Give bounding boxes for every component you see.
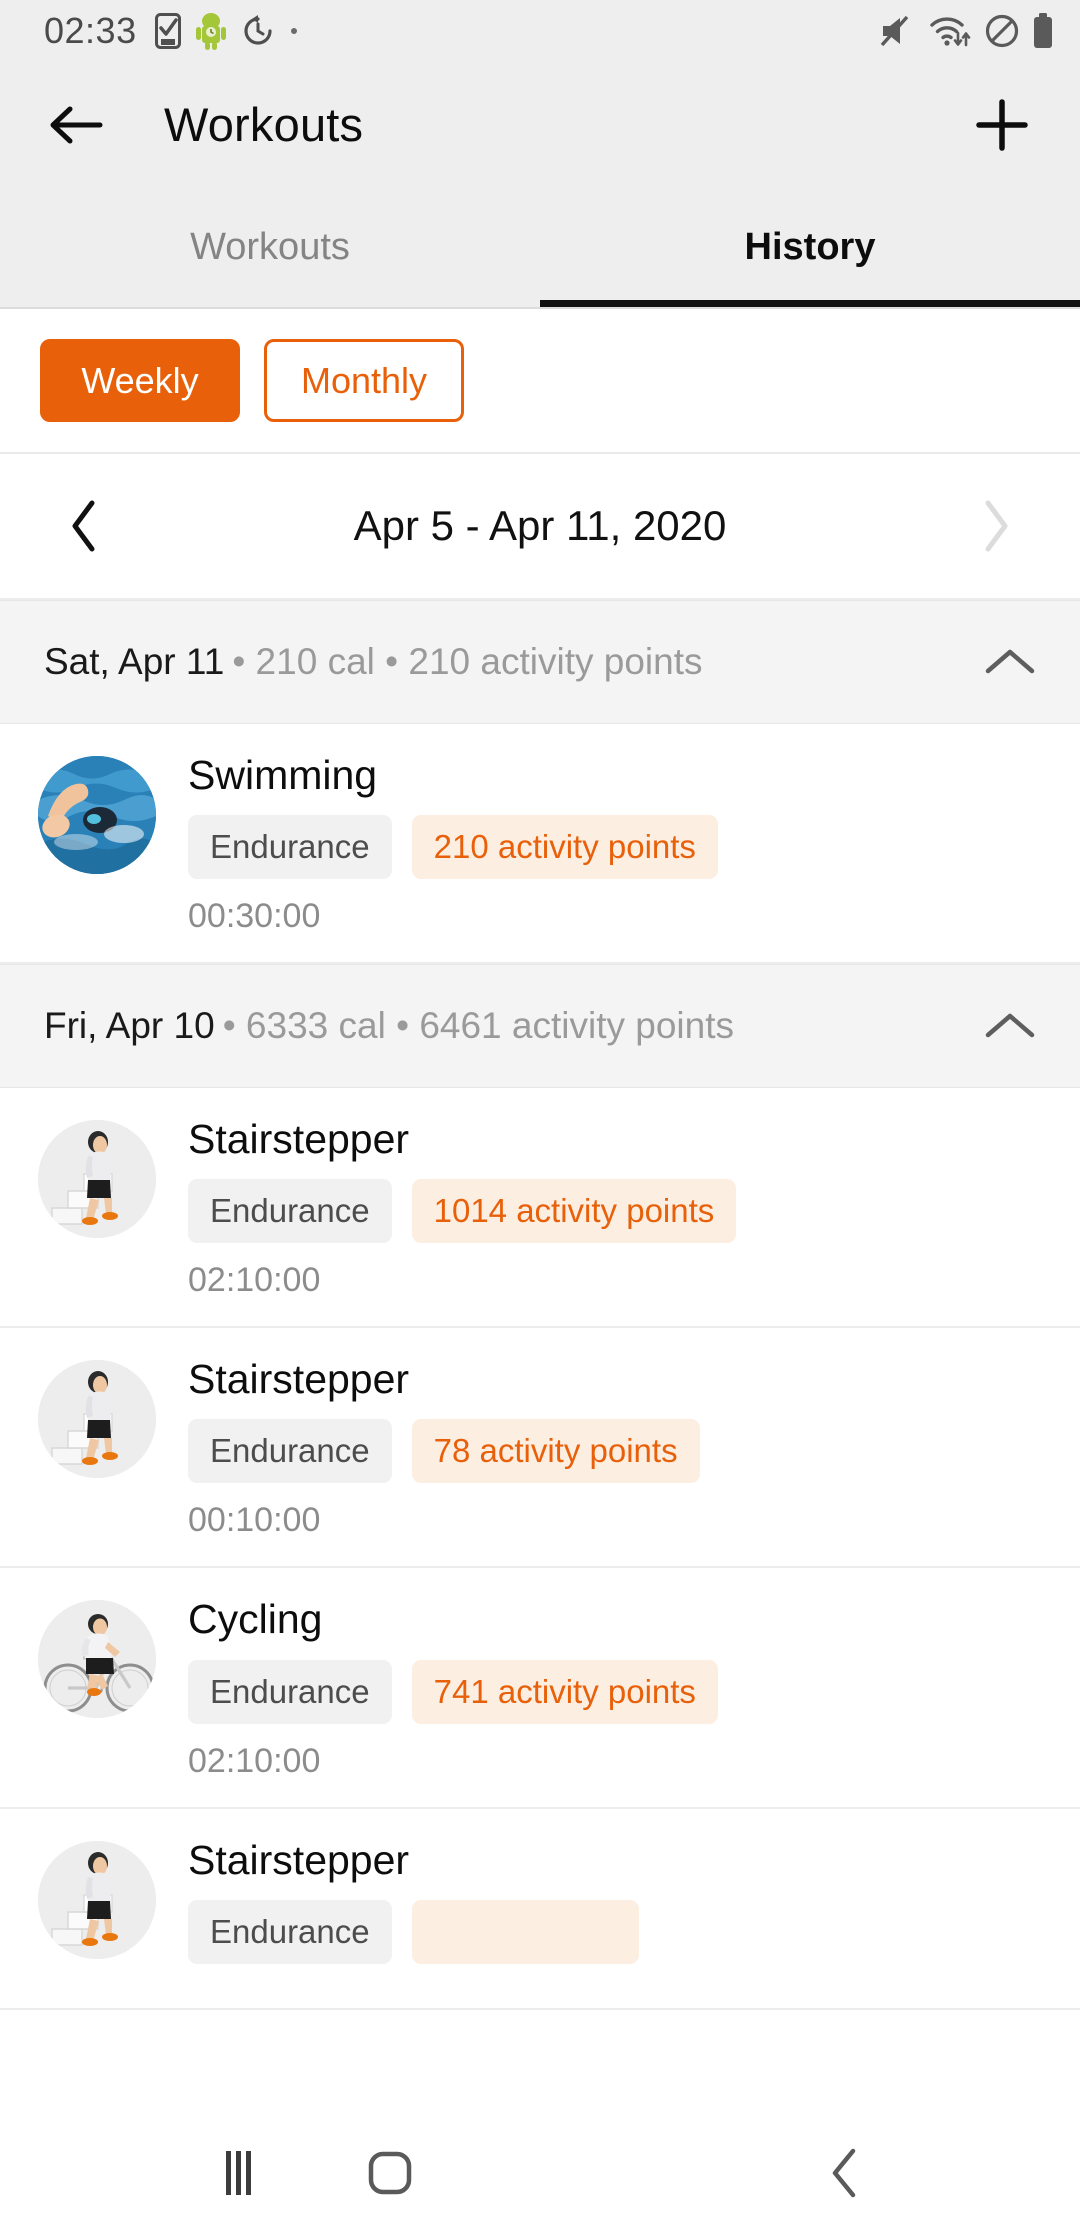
workout-name: Stairstepper (188, 1116, 410, 1163)
status-bar-clock: 02:33 (44, 10, 137, 51)
stairstepper-illustration-icon (38, 1840, 156, 1959)
day-header[interactable]: Sat, Apr 11 • 210 cal • 210 activity poi… (0, 600, 1080, 724)
chevron-up-icon (985, 1013, 1035, 1038)
tab-workouts[interactable]: Workouts (0, 187, 540, 307)
weekly-label: Weekly (81, 359, 199, 401)
workout-points-chip: 741 activity points (411, 1659, 718, 1724)
task-check-icon (154, 13, 181, 49)
battery-full-icon (1034, 13, 1052, 48)
cycling-illustration-icon (38, 1600, 156, 1719)
workout-thumbnail (38, 1840, 156, 1959)
workout-type-chip: Endurance (188, 1179, 392, 1244)
workout-points-chip: 210 activity points (411, 815, 718, 880)
day-summary: • 6333 cal • 6461 activity points (222, 1005, 735, 1047)
workout-details: Cycling Endurance 741 activity points 02… (188, 1594, 1040, 1780)
monthly-button[interactable]: Monthly (264, 339, 464, 422)
workout-thumbnail (38, 1600, 156, 1719)
day-collapse-button[interactable] (984, 1009, 1036, 1043)
workout-type-chip: Endurance (188, 815, 392, 880)
workout-chips: Endurance (188, 1899, 1040, 1964)
workout-points-chip: 78 activity points (411, 1419, 700, 1484)
home-icon (368, 2151, 412, 2195)
timer-reset-icon (244, 15, 272, 45)
status-bar-left-icons (154, 12, 299, 50)
workout-name: Stairstepper (188, 1356, 410, 1403)
workout-type-chip: Endurance (188, 1659, 392, 1724)
back-icon (832, 2148, 856, 2198)
workout-chips: Endurance 1014 activity points (188, 1179, 1040, 1244)
next-week-button[interactable] (960, 499, 1032, 553)
swimming-photo-icon (38, 756, 156, 874)
stairstepper-illustration-icon (38, 1360, 156, 1479)
workout-points-chip (411, 1899, 639, 1964)
workout-name: Cycling (188, 1596, 323, 1643)
recents-button[interactable] (200, 2136, 280, 2210)
day-title: Fri, Apr 10 (44, 1005, 215, 1047)
back-arrow-icon (50, 106, 103, 143)
stairstepper-illustration-icon (38, 1120, 156, 1239)
wifi-data-icon (930, 17, 971, 47)
workout-duration: 00:10:00 (188, 1501, 321, 1540)
workout-thumbnail (38, 1120, 156, 1239)
day-collapse-button[interactable] (984, 645, 1036, 679)
workout-name: Swimming (188, 752, 378, 798)
workout-duration: 02:10:00 (188, 1741, 321, 1780)
date-navigator: Apr 5 - Apr 11, 2020 (0, 454, 1080, 600)
workout-thumbnail (38, 756, 156, 874)
android-robot-icon (195, 13, 226, 50)
page-title: Workouts (164, 98, 364, 151)
period-toggle: Weekly Monthly (0, 309, 1080, 454)
add-workout-button[interactable] (964, 87, 1040, 163)
weekly-button[interactable]: Weekly (40, 339, 240, 422)
date-range-label: Apr 5 - Apr 11, 2020 (353, 502, 727, 549)
back-button[interactable] (40, 89, 112, 161)
workout-details: Stairstepper Endurance (188, 1835, 1040, 1982)
workout-details: Stairstepper Endurance 1014 activity poi… (188, 1114, 1040, 1300)
day-title: Sat, Apr 11 (44, 641, 225, 682)
plus-icon (976, 98, 1028, 151)
workout-points-chip: 1014 activity points (411, 1179, 737, 1244)
workout-row[interactable]: Stairstepper Endurance 78 activity point… (0, 1328, 1080, 1569)
workout-details: Stairstepper Endurance 78 activity point… (188, 1354, 1040, 1540)
workout-type-chip: Endurance (188, 1899, 392, 1964)
workout-name: Stairstepper (188, 1836, 410, 1883)
workout-duration: 00:30:00 (188, 897, 321, 936)
dot-icon (290, 28, 297, 34)
system-navigation-bar (0, 2136, 1080, 2210)
recents-icon (226, 2151, 251, 2195)
previous-week-button[interactable] (48, 499, 120, 553)
workout-duration: 02:10:00 (188, 1261, 321, 1300)
workout-row[interactable]: Stairstepper Endurance (0, 1808, 1080, 2010)
do-not-disturb-icon (985, 14, 1019, 48)
status-bar: 02:33 (0, 0, 1080, 62)
day-header[interactable]: Fri, Apr 10 • 6333 cal • 6461 activity p… (0, 964, 1080, 1089)
app-bar: Workouts (0, 62, 1080, 187)
workout-type-chip: Endurance (188, 1419, 392, 1484)
screen: 02:33 Workouts Workouts History Weekly M… (0, 0, 1080, 2220)
volume-muted-icon (880, 15, 909, 47)
tab-workouts-label: Workouts (190, 225, 350, 268)
workout-details: Swimming Endurance 210 activity points 0… (188, 750, 1040, 936)
workout-thumbnail (38, 1360, 156, 1479)
chevron-right-icon (985, 500, 1008, 552)
tab-history[interactable]: History (540, 187, 1080, 307)
status-bar-right-icons (879, 13, 1054, 49)
workout-chips: Endurance 210 activity points (188, 815, 1040, 880)
workout-chips: Endurance 78 activity points (188, 1419, 1040, 1484)
system-back-button[interactable] (805, 2136, 885, 2210)
chevron-up-icon (985, 649, 1035, 674)
workout-row[interactable]: Cycling Endurance 741 activity points 02… (0, 1568, 1080, 1809)
chevron-left-icon (72, 500, 95, 552)
workout-chips: Endurance 741 activity points (188, 1659, 1040, 1724)
tab-bar: Workouts History (0, 187, 1080, 307)
workout-row[interactable]: Swimming Endurance 210 activity points 0… (0, 724, 1080, 965)
tab-history-label: History (744, 225, 876, 268)
day-summary: • 210 cal • 210 activity points (232, 641, 703, 682)
monthly-label: Monthly (300, 359, 428, 401)
home-button[interactable] (350, 2136, 430, 2210)
workout-row[interactable]: Stairstepper Endurance 1014 activity poi… (0, 1088, 1080, 1329)
